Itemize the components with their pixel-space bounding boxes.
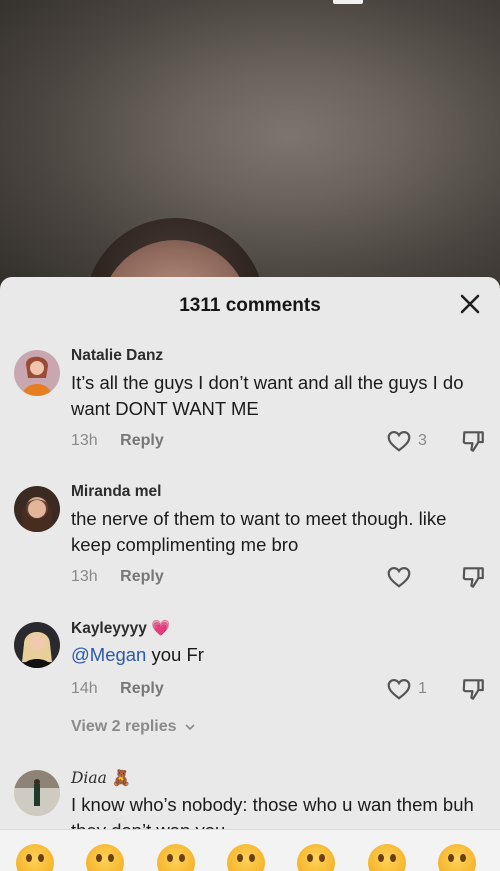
grinning-face-with-sweat-icon[interactable] xyxy=(368,844,406,871)
like-count: 1 xyxy=(418,680,427,697)
view-replies-label: View 2 replies xyxy=(71,718,177,735)
dislike-button[interactable] xyxy=(460,428,486,454)
emoji-quick-bar xyxy=(0,829,500,871)
chevron-down-icon xyxy=(185,724,195,730)
close-button[interactable] xyxy=(456,290,484,318)
comment-meta: 14h Reply xyxy=(71,680,164,698)
avatar[interactable] xyxy=(14,350,60,396)
video-background xyxy=(0,0,500,300)
comment-item: Miranda mel the nerve of them to want to… xyxy=(0,483,500,603)
grinning-face-icon[interactable] xyxy=(16,844,54,871)
comments-header: 1311 comments xyxy=(0,277,500,333)
comment-time: 13h xyxy=(71,432,98,449)
smirking-face-icon[interactable] xyxy=(297,844,335,871)
comment-text: the nerve of them to want to meet though… xyxy=(71,508,447,555)
comments-count: 1311 comments xyxy=(179,295,321,316)
comment-meta: 13h Reply xyxy=(71,568,164,586)
view-replies-button[interactable]: View 2 replies xyxy=(71,718,196,736)
face-with-tears-of-joy-icon[interactable] xyxy=(157,844,195,871)
comment-item: Kayleyyyy 💗 @Megan you Fr 14h Reply 1 Vi… xyxy=(0,619,500,739)
heart-icon xyxy=(387,567,411,588)
teddy-bear-icon: 🧸 xyxy=(111,769,132,787)
reply-button[interactable]: Reply xyxy=(120,432,164,449)
pleading-face-icon[interactable] xyxy=(438,844,476,871)
like-button[interactable] xyxy=(386,564,418,590)
like-count: 3 xyxy=(418,432,427,449)
avatar[interactable] xyxy=(14,770,60,816)
top-indicator xyxy=(333,0,363,4)
comment-username[interactable]: Natalie Danz xyxy=(71,347,163,365)
avatar[interactable] xyxy=(14,486,60,532)
heart-icon xyxy=(387,431,411,452)
username-text: Kayleyyyy xyxy=(71,620,147,637)
mention-link[interactable]: @Megan xyxy=(71,644,146,665)
dislike-button[interactable] xyxy=(460,676,486,702)
reply-button[interactable]: Reply xyxy=(120,568,164,585)
comment-item: Natalie Danz It’s all the guys I don’t w… xyxy=(0,347,500,467)
dislike-button[interactable] xyxy=(460,564,486,590)
comment-text-rest: you Fr xyxy=(146,644,204,665)
comment-username[interactable]: Diaa 🧸 xyxy=(71,769,131,787)
username-text: Diaa xyxy=(71,769,107,787)
reply-button[interactable]: Reply xyxy=(120,680,164,697)
comment-time: 13h xyxy=(71,568,98,585)
comments-sheet: 1311 comments Natalie Danz It’s all the … xyxy=(0,277,500,870)
comment-time: 14h xyxy=(71,680,98,697)
like-button[interactable]: 3 xyxy=(386,428,427,454)
comment-text: It’s all the guys I don’t want and all t… xyxy=(71,372,464,419)
like-button[interactable]: 1 xyxy=(386,676,427,702)
avatar[interactable] xyxy=(14,622,60,668)
heart-icon xyxy=(387,679,411,700)
heart-emoji-icon: 💗 xyxy=(151,619,171,637)
comment-username[interactable]: Kayleyyyy 💗 xyxy=(71,619,170,638)
thumbs-down-icon xyxy=(462,567,484,588)
flushed-face-icon[interactable] xyxy=(227,844,265,871)
smiling-face-with-hearts-icon[interactable] xyxy=(86,844,124,871)
close-icon xyxy=(460,294,480,314)
comment-meta: 13h Reply xyxy=(71,432,164,450)
thumbs-down-icon xyxy=(462,431,484,452)
comment-username[interactable]: Miranda mel xyxy=(71,483,161,501)
comment-text: @Megan you Fr xyxy=(71,642,481,668)
thumbs-down-icon xyxy=(462,679,484,700)
